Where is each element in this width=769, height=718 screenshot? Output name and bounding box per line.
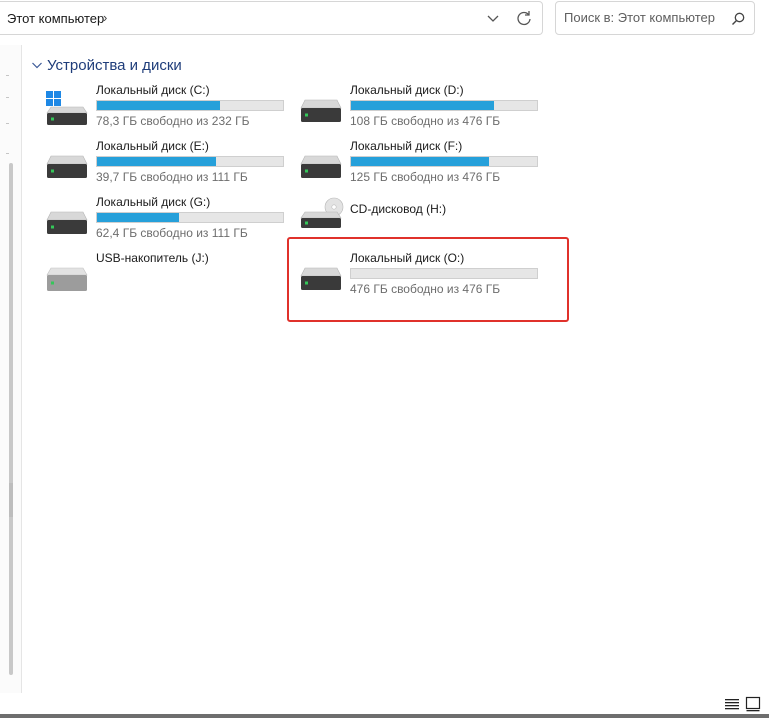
drive-free-space: 108 ГБ свободно из 476 ГБ [350,114,501,128]
drive-usage-bar [96,212,284,223]
windows-drive-icon [46,91,90,125]
chevron-down-icon[interactable] [30,58,44,72]
hard-drive-icon [46,147,90,181]
drive-usage-fill [97,213,179,222]
drive-j[interactable]: USB-накопитель (J:) [46,251,296,301]
hard-drive-icon [300,91,344,125]
drive-usage-fill [97,157,217,166]
nav-tick [6,97,9,98]
refresh-icon[interactable] [514,8,534,28]
nav-tick [6,153,9,154]
drive-g[interactable]: Локальный диск (G:) 62,4 ГБ свободно из … [46,195,296,245]
drive-d[interactable]: Локальный диск (D:) 108 ГБ свободно из 4… [300,83,550,133]
section-title: Устройства и диски [47,56,182,74]
drive-free-space: 125 ГБ свободно из 476 ГБ [350,170,501,184]
address-bar[interactable]: Этот компьютер › [0,1,543,35]
window-bottom-border [0,714,769,718]
navigation-pane [0,45,22,693]
breadcrumb-this-pc[interactable]: Этот компьютер [7,11,104,26]
drive-name: CD-дисковод (H:) [350,202,447,216]
drive-free-space: 78,3 ГБ свободно из 232 ГБ [96,114,250,128]
search-input[interactable] [564,10,724,25]
nav-tick [6,75,9,76]
drive-e[interactable]: Локальный диск (E:) 39,7 ГБ свободно из … [46,139,296,189]
drive-name: Локальный диск (E:) [96,139,209,153]
section-devices-and-drives[interactable]: Устройства и диски [30,55,182,75]
drive-usage-bar [96,156,284,167]
drive-name: Локальный диск (F:) [350,139,463,153]
hard-drive-icon [300,147,344,181]
breadcrumb-chevron[interactable]: › [103,10,107,25]
drive-usage-bar [96,100,284,111]
drive-h[interactable]: CD-дисковод (H:) [300,187,550,237]
drive-name: Локальный диск (C:) [96,83,210,97]
drive-free-space: 39,7 ГБ свободно из 111 ГБ [96,170,248,184]
drive-f[interactable]: Локальный диск (F:) 125 ГБ свободно из 4… [300,139,550,189]
chevron-down-icon[interactable] [484,8,502,28]
drive-usage-bar [350,100,538,111]
drive-name: Локальный диск (D:) [350,83,464,97]
drive-usage-bar [350,156,538,167]
toolbar: Этот компьютер › [0,0,769,38]
usb-drive-icon [46,259,90,293]
details-view-icon[interactable] [724,697,740,711]
drive-c[interactable]: Локальный диск (C:) 78,3 ГБ свободно из … [46,83,296,133]
hard-drive-icon [46,203,90,237]
nav-scrollbar-thumb[interactable] [9,483,13,517]
drive-free-space: 62,4 ГБ свободно из 111 ГБ [96,226,248,240]
cd-drive-icon [300,195,344,229]
drive-usage-fill [351,101,495,110]
drive-usage-fill [351,157,489,166]
highlight-box [287,237,569,322]
drive-name: USB-накопитель (J:) [96,251,209,265]
nav-tick [6,123,9,124]
drive-usage-fill [97,101,220,110]
search-box[interactable] [555,1,755,35]
drive-name: Локальный диск (G:) [96,195,211,209]
search-icon[interactable] [730,11,746,27]
tiles-view-icon[interactable] [745,696,761,712]
nav-scrollbar[interactable] [9,163,13,675]
